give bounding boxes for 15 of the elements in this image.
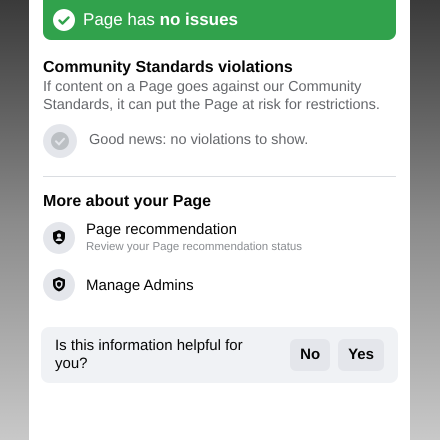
shield-icon xyxy=(43,269,75,301)
status-text: Page has no issues xyxy=(83,9,238,32)
feedback-question: Is this information helpful for you? xyxy=(55,337,244,373)
check-circle-icon xyxy=(43,124,77,158)
empty-message: Good news: no violations to show. xyxy=(89,131,308,150)
person-shield-icon xyxy=(43,222,75,254)
section-title: Community Standards violations xyxy=(43,58,294,78)
menu-item-label[interactable]: Page recommendation xyxy=(86,220,302,239)
menu-item-label[interactable]: Manage Admins xyxy=(86,276,194,294)
menu-item-subtitle: Review your Page recommendation status xyxy=(86,240,302,255)
section-description: If content on a Page goes against our Community Standards, it can put the Page at risk for restrictions. xyxy=(43,78,381,114)
feedback-button[interactable]: No xyxy=(290,339,330,371)
check-circle-icon xyxy=(53,9,75,31)
section-title: More about your Page xyxy=(43,192,212,212)
feedback-button[interactable]: Yes xyxy=(338,339,384,371)
